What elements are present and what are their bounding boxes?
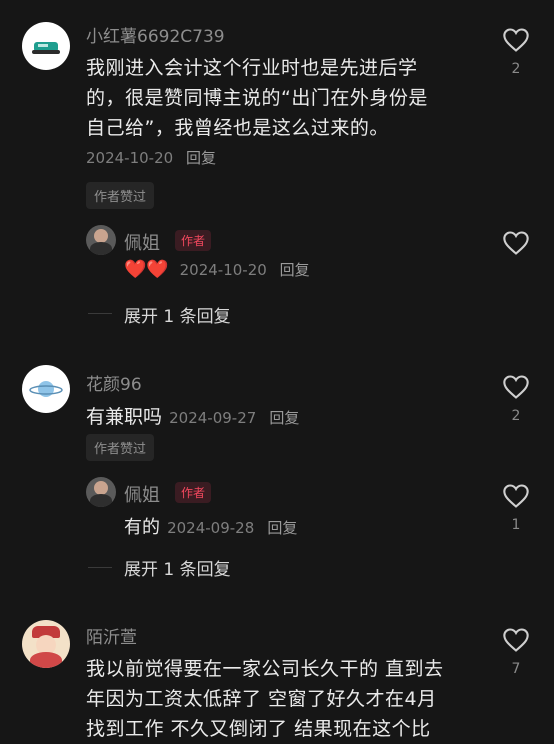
heart-outline-icon — [503, 28, 529, 52]
reply-date: 2024-10-20 — [179, 261, 267, 279]
comment-date: 2024-10-20 — [86, 149, 174, 167]
reply-button[interactable]: 回复 — [269, 409, 299, 427]
reply-like-button[interactable] — [501, 230, 531, 256]
author-liked-chip: 作者赞过 — [86, 182, 155, 209]
reply-button[interactable]: 回复 — [186, 149, 216, 167]
reply-button[interactable]: 回复 — [267, 519, 297, 537]
reply-avatar[interactable] — [86, 477, 116, 507]
sneaker-icon — [32, 42, 60, 54]
heart-outline-icon — [503, 628, 529, 652]
comment-date: 2024-09-27 — [169, 409, 257, 427]
comment-text: 我以前觉得要在一家公司长久干的 直到去 年因为工资太低辞了 空窗了好久才在4月 … — [86, 658, 444, 740]
comment-text: 有兼职吗 — [86, 406, 163, 428]
reply-username[interactable]: 佩姐 — [124, 229, 160, 255]
comment-text: 我刚进入会计这个行业时也是先进后学 的，很是赞同博主说的“出门在外身份是 自己给… — [86, 57, 428, 139]
comment-username[interactable]: 小红薯6692C739 — [86, 22, 225, 47]
like-count: 2 — [511, 61, 521, 77]
user-avatar[interactable] — [22, 22, 70, 70]
like-button[interactable]: 2 — [501, 374, 531, 424]
reply-avatar[interactable] — [86, 225, 116, 255]
user-avatar[interactable] — [22, 365, 70, 413]
like-count: 2 — [511, 408, 521, 424]
author-tag: 作者 — [175, 482, 212, 503]
like-count: 1 — [511, 517, 521, 533]
heart-emoji: ❤️❤️ — [124, 259, 169, 280]
heart-outline-icon — [503, 484, 529, 508]
divider — [88, 313, 112, 314]
like-button[interactable]: 2 — [501, 27, 531, 77]
heart-outline-icon — [503, 375, 529, 399]
expand-replies-button[interactable]: 展开 1 条回复 — [124, 302, 231, 327]
reply-username[interactable]: 佩姐 — [124, 481, 160, 507]
reply-button[interactable]: 回复 — [280, 261, 310, 279]
divider — [88, 567, 112, 568]
reply-date: 2024-09-28 — [167, 519, 255, 537]
comment-username[interactable]: 花颜96 — [86, 370, 142, 395]
comment-username[interactable]: 陌沂萱 — [86, 623, 137, 648]
user-avatar[interactable] — [22, 620, 70, 668]
like-count: 7 — [511, 661, 521, 677]
comment-meta: 2024-10-20 回复 — [86, 147, 216, 168]
reply-like-button[interactable]: 1 — [501, 483, 531, 533]
reply-body: 有的 2024-09-28 回复 — [124, 513, 297, 539]
author-liked-chip: 作者赞过 — [86, 434, 155, 461]
like-button[interactable]: 7 — [501, 627, 531, 677]
comment-text-row: 有兼职吗 2024-09-27 回复 — [86, 402, 299, 429]
reply-text: 有的 — [124, 517, 160, 538]
heart-outline-icon — [503, 231, 529, 255]
reply-body: ❤️❤️ 2024-10-20 回复 — [124, 259, 310, 280]
planet-icon — [29, 381, 63, 397]
expand-replies-button[interactable]: 展开 1 条回复 — [124, 555, 231, 580]
author-tag: 作者 — [175, 230, 212, 251]
